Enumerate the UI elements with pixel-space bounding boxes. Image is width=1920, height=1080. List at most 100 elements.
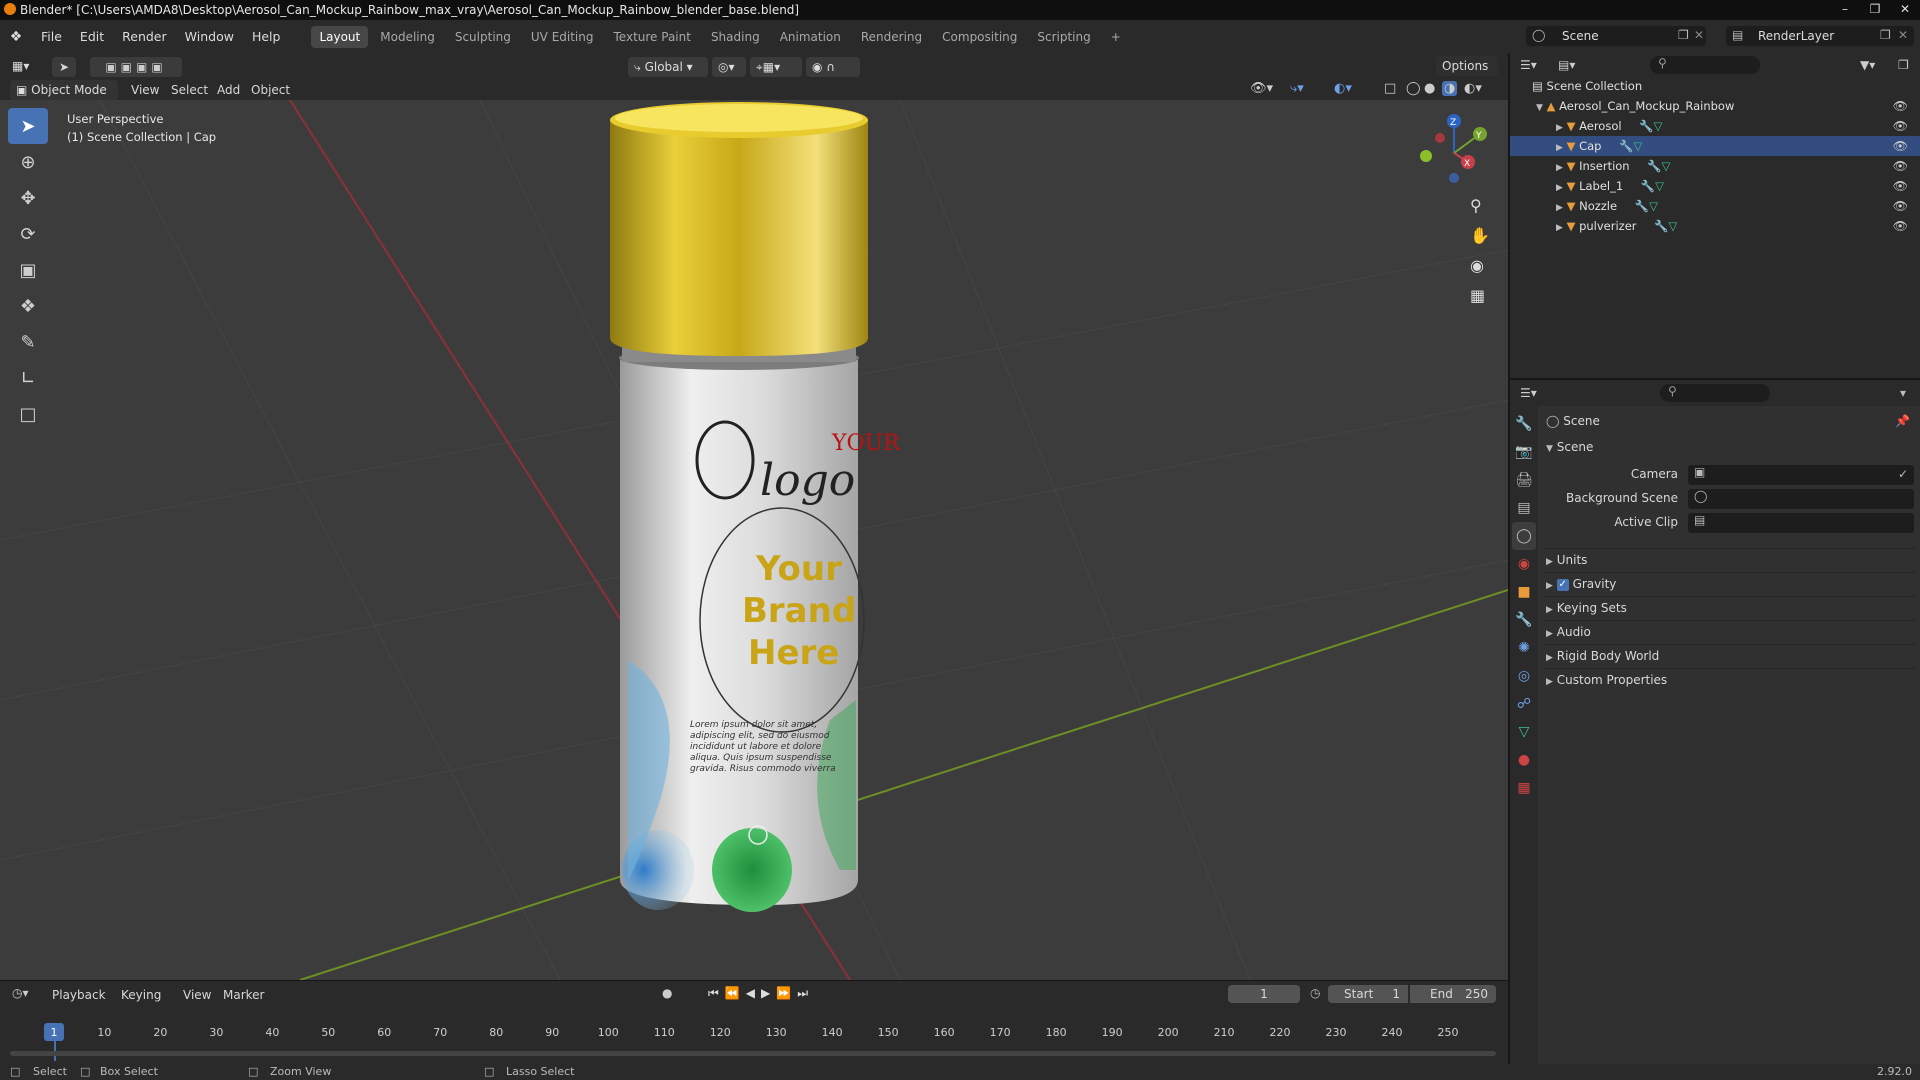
modifier-icon[interactable]: 🔧 [1639,119,1653,133]
auto-keying-icon[interactable]: ● [662,986,672,1000]
pan-view-icon[interactable]: ✋ [1470,226,1490,245]
outliner-row-object[interactable]: ▶ ▼ Nozzle 🔧▽ 👁 [1510,196,1920,216]
transform-tool-icon[interactable]: ❖ [8,288,48,324]
menu-select[interactable]: Select [171,83,208,97]
maximize-button[interactable]: ❐ [1860,0,1890,20]
scene-tab-icon[interactable]: ◯ [1512,522,1536,550]
visibility-eye-icon[interactable]: 👁 [1893,176,1908,196]
options-dropdown[interactable]: Options ▾ [1436,56,1498,93]
display-mode-icon[interactable]: ▤▾ [1558,58,1575,72]
add-cube-tool-icon[interactable]: □ [8,396,48,432]
visibility-eye-icon[interactable]: 👁 [1893,196,1908,216]
outliner-row-object[interactable]: ▶ ▼ Cap 🔧▽ 👁 [1510,136,1920,156]
select-tool-mode-group[interactable]: ➤ [52,57,76,77]
gravity-checkbox[interactable]: ✓ [1556,578,1569,591]
modifier-icon[interactable]: 🔧 [1635,199,1649,213]
proportional-edit-dropdown[interactable]: ◉ ∩ [806,57,860,77]
texture-tab-icon[interactable]: ▦ [1512,774,1536,802]
add-workspace-button[interactable]: + [1103,26,1129,48]
collapse-arrow-icon[interactable]: ▼ [1536,103,1543,113]
visibility-eye-icon[interactable]: 👁 [1893,156,1908,176]
new-scene-icon[interactable]: ❐ [1678,28,1689,42]
scene-panel-header[interactable]: ▼ Scene [1546,440,1916,454]
scene-selector[interactable]: ◯ Scene ❐ ✕ [1526,26,1706,46]
overlay-toggle-icon[interactable]: ◐▾ [1334,81,1352,96]
visibility-eye-icon[interactable]: 👁 [1893,136,1908,156]
panel-expand-arrow-icon[interactable]: ▶ [1546,557,1553,567]
selection-mode-buttons[interactable]: ▣▣▣▣ [90,57,182,77]
tab-sculpting[interactable]: Sculpting [447,26,519,48]
jump-end-icon[interactable]: ⏭ [797,986,814,1000]
expand-arrow-icon[interactable]: ▶ [1556,223,1563,233]
panel-expand-arrow-icon[interactable]: ▶ [1546,629,1553,639]
mesh-data-icon[interactable]: ▽ [1655,179,1664,193]
panel-expand-arrow-icon[interactable]: ▶ [1546,677,1553,687]
menu-view-timeline[interactable]: View [183,988,211,1002]
outliner-row-object[interactable]: ▶ ▼ pulverizer 🔧▽ 👁 [1510,216,1920,236]
object-mode-dropdown[interactable]: ▣ Object Mode ▾ [10,80,118,117]
outliner-row-scene-collection[interactable]: ▤ Scene Collection [1510,76,1920,96]
menu-window[interactable]: Window [176,29,243,44]
outliner-row-object[interactable]: ▶ ▼ Label_1 🔧▽ 👁 [1510,176,1920,196]
object-tab-icon[interactable]: ■ [1512,578,1536,606]
tool-tab-icon[interactable]: 🔧 [1512,410,1536,438]
tab-texture-paint[interactable]: Texture Paint [606,26,699,48]
menu-playback[interactable]: Playback [52,988,106,1002]
menu-marker[interactable]: Marker [223,988,264,1002]
mesh-data-icon[interactable]: ▽ [1654,119,1663,133]
editor-type-button[interactable]: ▦▾ [6,56,35,76]
mesh-data-icon[interactable]: ▽ [1633,139,1642,153]
solid-shading-icon[interactable]: ● [1424,81,1435,96]
tab-modeling[interactable]: Modeling [372,26,443,48]
modifier-icon[interactable]: 🔧 [1619,139,1633,153]
jump-start-icon[interactable]: ⏮ [708,986,725,1000]
camera-view-icon[interactable]: ◉ [1470,256,1484,275]
tab-rendering[interactable]: Rendering [853,26,930,48]
gizmo-toggle-icon[interactable]: ⤷▾ [1290,81,1304,96]
menu-keying[interactable]: Keying [121,988,161,1002]
outliner-editor-type-icon[interactable]: ☰▾ [1520,58,1537,72]
rotate-tool-icon[interactable]: ⟳ [8,216,48,252]
menu-edit[interactable]: Edit [71,29,113,44]
delete-scene-icon[interactable]: ✕ [1694,28,1704,42]
select-box-tool-icon[interactable]: ➤ [8,108,48,144]
tab-uv-editing[interactable]: UV Editing [523,26,602,48]
physics-tab-icon[interactable]: ◎ [1512,662,1536,690]
expand-arrow-icon[interactable]: ▶ [1556,163,1563,173]
expand-arrow-icon[interactable]: ▶ [1556,203,1563,213]
panel-keying-sets[interactable]: ▶ Keying Sets [1546,596,1916,618]
move-tool-icon[interactable]: ✥ [8,180,48,216]
delete-view-layer-icon[interactable]: ✕ [1898,28,1908,42]
pivot-dropdown[interactable]: ◎▾ [712,57,746,77]
mesh-data-icon[interactable]: ▽ [1649,199,1658,213]
timeline-ruler[interactable]: 1 10 20 30 40 50 60 70 80 90 100 110 120 130 140 150 160… [0,1023,1508,1061]
view-layer-selector[interactable]: ▤ RenderLayer ❐ ✕ [1726,26,1914,46]
zoom-view-icon[interactable]: ⚲ [1470,196,1482,215]
world-tab-icon[interactable]: ◉ [1512,550,1536,578]
new-view-layer-icon[interactable]: ❐ [1880,28,1891,42]
measure-tool-icon[interactable]: ∟ [8,360,48,396]
scale-tool-icon[interactable]: ▣ [8,252,48,288]
material-shading-icon[interactable]: ◑ [1442,81,1458,96]
play-icon[interactable]: ▶ [761,986,776,1000]
xray-toggle-icon[interactable]: □ [1384,81,1396,96]
close-button[interactable]: ✕ [1890,0,1920,20]
tab-compositing[interactable]: Compositing [934,26,1025,48]
data-tab-icon[interactable]: ▽ [1512,718,1536,746]
particles-tab-icon[interactable]: ✺ [1512,634,1536,662]
menu-add[interactable]: Add [217,83,240,97]
visibility-icon[interactable]: 👁▾ [1250,81,1273,96]
panel-gravity[interactable]: ▶ ✓ Gravity [1546,572,1916,594]
modifier-icon[interactable]: 🔧 [1654,219,1668,233]
transform-orientation-dropdown[interactable]: ⤷ Global ▾ [628,57,708,77]
expand-arrow-icon[interactable]: ▶ [1556,183,1563,193]
snap-dropdown[interactable]: ⌖▦▾ [750,57,802,77]
pin-icon[interactable]: 📌 [1895,414,1910,428]
constraints-tab-icon[interactable]: ☍ [1512,690,1536,718]
timeline-editor-type-icon[interactable]: ◷▾ [12,986,29,1000]
properties-options-icon[interactable]: ▾ [1900,386,1906,400]
panel-collapse-arrow-icon[interactable]: ▼ [1546,444,1553,454]
modifier-icon[interactable]: 🔧 [1647,159,1661,173]
ortho-toggle-icon[interactable]: ▦ [1470,286,1485,305]
mesh-data-icon[interactable]: ▽ [1669,219,1678,233]
